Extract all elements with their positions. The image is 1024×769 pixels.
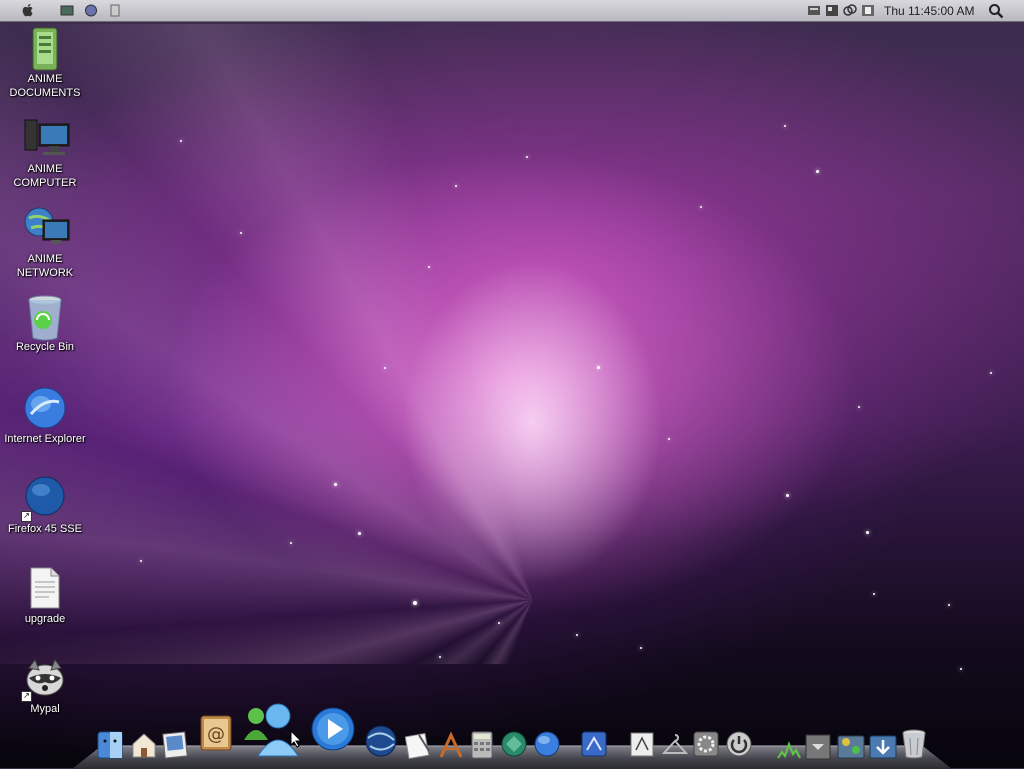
app-icon-1[interactable] bbox=[807, 4, 821, 17]
spotlight-search-icon[interactable] bbox=[988, 3, 1004, 19]
menubar-clock[interactable]: Thu 11:45:00 AM bbox=[884, 4, 975, 18]
calculator-icon[interactable] bbox=[470, 731, 494, 759]
desktop-icon-firefox-45-sse[interactable]: ↗ Firefox 45 SSE bbox=[0, 476, 90, 536]
media-player-icon[interactable] bbox=[310, 706, 356, 752]
menu-bar: Thu 11:45:00 AM bbox=[0, 0, 1024, 22]
desktop-icon-mypal[interactable]: ↗ Mypal bbox=[0, 656, 90, 716]
utilities-icon[interactable] bbox=[836, 730, 866, 760]
app-builder-icon[interactable] bbox=[438, 731, 464, 759]
app-icon-2[interactable] bbox=[825, 4, 839, 17]
desktop-icon-upgrade[interactable]: upgrade bbox=[0, 566, 90, 626]
home-icon[interactable] bbox=[131, 731, 157, 759]
system-preferences-icon[interactable] bbox=[692, 730, 720, 758]
network-icon[interactable] bbox=[861, 4, 875, 17]
desktop-icon-label: Firefox 45 SSE bbox=[8, 523, 82, 535]
activity-monitor-icon[interactable] bbox=[776, 738, 802, 760]
world-browser-icon[interactable] bbox=[364, 724, 398, 758]
shortcut-arrow-icon: ↗ bbox=[21, 511, 32, 522]
desktop-icon-label: ANIME COMPUTER bbox=[13, 163, 77, 189]
desktop-icon-label: ANIME NETWORK bbox=[16, 253, 74, 279]
desktop-icon-recycle-bin[interactable]: Recycle Bin bbox=[0, 294, 90, 354]
desktop-icon-anime-documents[interactable]: ANIME DOCUMENTS bbox=[0, 26, 90, 100]
globe-icon[interactable] bbox=[533, 730, 561, 758]
apple-menu-icon[interactable] bbox=[20, 2, 36, 23]
stack-icon[interactable] bbox=[805, 734, 831, 760]
mypal-icon: ↗ bbox=[21, 656, 67, 702]
svg-text:@: @ bbox=[207, 724, 225, 745]
network-utility-icon[interactable] bbox=[500, 730, 528, 758]
documents-folder-icon bbox=[23, 26, 67, 71]
desktop-icon-anime-computer[interactable]: ANIME COMPUTER bbox=[0, 116, 90, 190]
desktop-icon-label: Mypal bbox=[30, 703, 60, 715]
preview-icon[interactable] bbox=[162, 731, 188, 759]
desktop-icon-label: upgrade bbox=[24, 613, 66, 625]
app-icon-3[interactable] bbox=[843, 4, 857, 17]
trash-icon[interactable] bbox=[901, 729, 927, 759]
power-icon[interactable] bbox=[725, 730, 753, 758]
wallpaper-streaks bbox=[0, 24, 1024, 664]
sketch-icon[interactable] bbox=[628, 730, 656, 758]
textedit-icon[interactable] bbox=[405, 731, 431, 759]
desktop-icon-internet-explorer[interactable]: Internet Explorer bbox=[0, 386, 90, 446]
computer-icon bbox=[23, 116, 70, 160]
text-document-icon bbox=[23, 566, 67, 610]
desktop-icon-anime-network[interactable]: ANIME NETWORK bbox=[0, 206, 90, 280]
address-book-icon[interactable]: @ bbox=[198, 714, 234, 752]
script-icon[interactable] bbox=[108, 4, 122, 17]
desktop-icon-label: Recycle Bin bbox=[15, 341, 75, 353]
downloads-icon[interactable] bbox=[868, 730, 898, 760]
globe-icon[interactable] bbox=[84, 4, 98, 17]
internet-explorer-icon bbox=[23, 386, 67, 430]
messenger-icon[interactable] bbox=[240, 700, 304, 758]
hanger-icon[interactable] bbox=[662, 731, 688, 757]
dashboard-icon[interactable] bbox=[580, 730, 608, 758]
network-icon bbox=[23, 206, 70, 250]
mouse-cursor-icon bbox=[290, 730, 302, 748]
screen-icon[interactable] bbox=[60, 4, 74, 17]
recycle-bin-icon bbox=[23, 294, 67, 341]
finder-icon[interactable] bbox=[97, 731, 123, 759]
desktop-icon-label: Internet Explorer bbox=[4, 433, 86, 445]
shortcut-arrow-icon: ↗ bbox=[21, 691, 32, 702]
desktop-icon-label: ANIME DOCUMENTS bbox=[9, 73, 81, 99]
firefox-icon: ↗ bbox=[21, 476, 67, 522]
